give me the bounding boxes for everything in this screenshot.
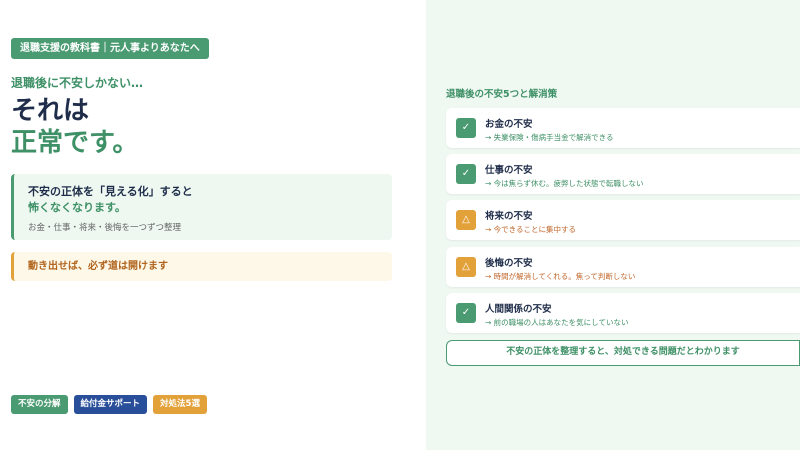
- card-desc: → 時間が解消してくれる。焦って判断しない: [485, 272, 636, 281]
- left-panel: 退職支援の教科書｜元人事よりあなたへ 退職後に不安しかない… それは 正常です。…: [0, 0, 426, 450]
- card-desc: → 失業保険・傷病手当金で解消できる: [485, 133, 614, 142]
- card-title: 仕事の不安: [485, 165, 533, 176]
- anxiety-card-money: ✓ お金の不安 → 失業保険・傷病手当金で解消できる: [446, 108, 800, 148]
- info-line-3: お金・仕事・将来・後悔を一つずつ整理: [28, 223, 182, 233]
- check-icon: ✓: [456, 303, 476, 323]
- chip-anxiety-breakdown[interactable]: 不安の分解: [11, 395, 68, 414]
- headline-line-1: それは: [11, 96, 90, 126]
- anxiety-card-regret: △ 後悔の不安 → 時間が解消してくれる。焦って判断しない: [446, 247, 800, 287]
- card-title: お金の不安: [485, 119, 533, 130]
- card-desc: → 前の職場の人はあなたを気にしていない: [485, 318, 629, 327]
- warning-icon: △: [456, 210, 476, 230]
- summary-button[interactable]: 不安の正体を整理すると、対処できる問題だとわかります: [446, 340, 800, 366]
- chip-benefit-support[interactable]: 給付金サポート: [73, 395, 148, 414]
- chip-five-solutions[interactable]: 対処法5選: [153, 395, 207, 414]
- card-title: 将来の不安: [485, 211, 533, 222]
- card-desc: → 今は焦らず休む。疲弊した状態で転職しない: [485, 179, 644, 188]
- headline-line-2: 正常です。: [11, 128, 139, 158]
- anxiety-card-relationships: ✓ 人間関係の不安 → 前の職場の人はあなたを気にしていない: [446, 293, 800, 333]
- chip-group: 不安の分解 給付金サポート 対処法5選: [11, 395, 207, 414]
- note-box: 動き出せば、必ず道は開けます: [11, 252, 392, 281]
- card-title: 人間関係の不安: [485, 304, 552, 315]
- check-icon: ✓: [456, 118, 476, 138]
- card-title: 後悔の不安: [485, 258, 533, 269]
- anxiety-card-future: △ 将来の不安 → 今できることに集中する: [446, 200, 800, 240]
- subtitle: 退職後に不安しかない…: [11, 76, 144, 90]
- check-icon: ✓: [456, 164, 476, 184]
- warning-icon: △: [456, 257, 476, 277]
- info-box: 不安の正体を「見える化」すると 怖くなくなります。 お金・仕事・将来・後悔を一つ…: [11, 174, 392, 240]
- info-line-1: 不安の正体を「見える化」すると: [28, 185, 193, 198]
- anxiety-card-work: ✓ 仕事の不安 → 今は焦らず休む。疲弊した状態で転職しない: [446, 154, 800, 194]
- list-title: 退職後の不安5つと解消策: [446, 89, 558, 100]
- card-desc: → 今できることに集中する: [485, 225, 577, 234]
- category-tag: 退職支援の教科書｜元人事よりあなたへ: [11, 38, 209, 59]
- info-line-2: 怖くなくなります。: [28, 201, 126, 214]
